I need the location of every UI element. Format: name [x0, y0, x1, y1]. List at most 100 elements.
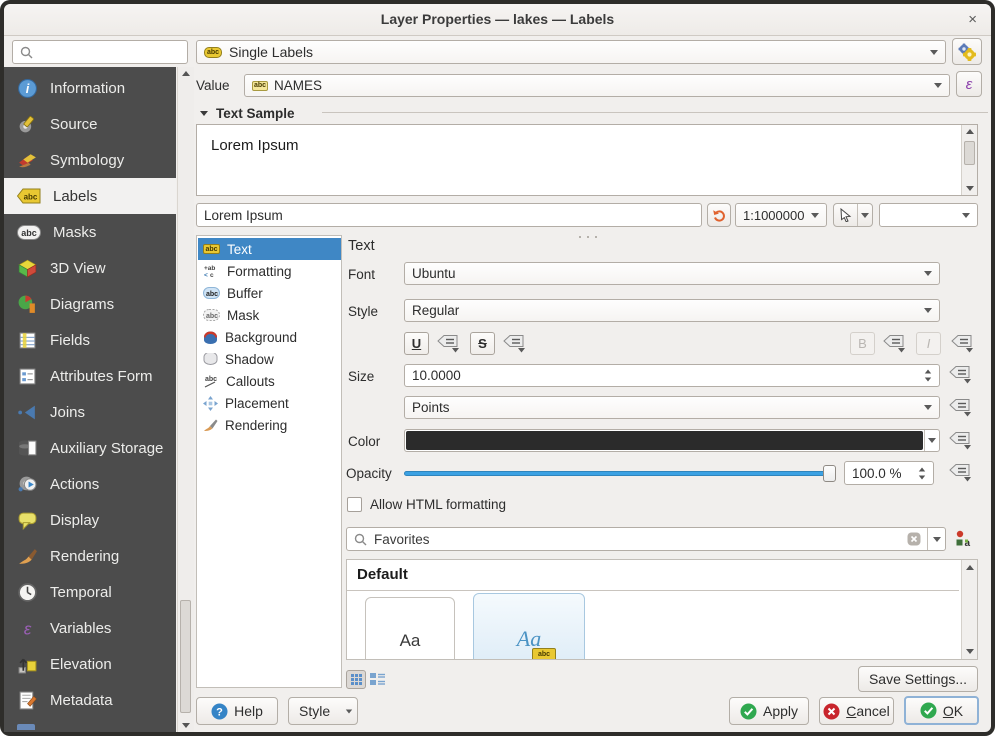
sample-text-input[interactable]: Lorem Ipsum	[196, 203, 702, 227]
sidebar-scrollbar[interactable]	[177, 67, 194, 732]
tab-buffer[interactable]: abc Buffer	[198, 282, 341, 304]
sidebar-item-elevation[interactable]: Elevation	[4, 646, 176, 682]
sidebar-item-diagrams[interactable]: Diagrams	[4, 286, 176, 322]
map-scale-picker-button[interactable]	[833, 203, 873, 227]
preview-scrollbar[interactable]	[961, 125, 977, 195]
style-filter-input[interactable]: Favorites	[346, 527, 946, 551]
scroll-down-icon[interactable]	[966, 649, 974, 654]
svg-text:abc: abc	[205, 376, 217, 383]
dd-override-size[interactable]	[948, 365, 972, 384]
opacity-spinbox[interactable]: 100.0 %	[844, 461, 934, 485]
scrollbar-thumb[interactable]	[964, 141, 975, 165]
dd-override-unit[interactable]	[948, 398, 972, 417]
allow-html-checkbox[interactable]	[347, 497, 362, 512]
scrollbar-thumb[interactable]	[180, 600, 191, 713]
dd-override-strikethrough[interactable]	[502, 334, 526, 353]
sidebar-item-labels[interactable]: abc Labels	[4, 178, 176, 214]
save-settings-button[interactable]: Save Settings...	[858, 666, 978, 692]
style-manager-icon: a	[954, 529, 974, 549]
sidebar-item-symbology[interactable]: Symbology	[4, 142, 176, 178]
mask-icon: abc	[203, 309, 220, 321]
spin-arrows[interactable]	[924, 369, 932, 382]
grid-icon	[351, 674, 362, 685]
sidebar-item-joins[interactable]: Joins	[4, 394, 176, 430]
expression-builder-button[interactable]: ε	[956, 71, 982, 97]
value-field-select[interactable]: abc NAMES	[244, 74, 950, 97]
picker-dropdown[interactable]	[857, 204, 872, 226]
font-style-select[interactable]: Regular	[404, 299, 940, 322]
list-view-toggle[interactable]	[370, 672, 385, 687]
background-icon	[203, 331, 218, 344]
style-label: Style	[348, 304, 378, 319]
slider-handle[interactable]	[823, 465, 836, 482]
italic-button[interactable]: I	[916, 332, 941, 355]
apply-button[interactable]: Apply	[729, 697, 809, 725]
size-spinbox[interactable]: 10.0000	[404, 364, 940, 387]
sidebar-item-fields[interactable]: Fields	[4, 322, 176, 358]
clear-icon[interactable]	[907, 532, 921, 546]
dd-override-underline[interactable]	[436, 334, 460, 353]
sidebar-item-rendering[interactable]: Rendering	[4, 538, 176, 574]
sidebar-item-variables[interactable]: ε Variables	[4, 610, 176, 646]
underline-button[interactable]: U	[404, 332, 429, 355]
sidebar-item-temporal[interactable]: Temporal	[4, 574, 176, 610]
tab-shadow[interactable]: Shadow	[198, 348, 341, 370]
search-input[interactable]	[12, 40, 188, 64]
dd-override-opacity[interactable]	[948, 463, 972, 482]
style-thumb-default[interactable]: Aa	[365, 597, 455, 660]
help-button[interactable]: ? Help	[196, 697, 278, 725]
preview-background-select[interactable]	[879, 203, 978, 227]
scroll-up-icon[interactable]	[966, 565, 974, 570]
sidebar-item-actions[interactable]: Actions	[4, 466, 176, 502]
close-icon[interactable]: ×	[968, 4, 977, 35]
sidebar-item-display[interactable]: Display	[4, 502, 176, 538]
filter-dropdown[interactable]	[927, 528, 945, 550]
font-select[interactable]: Ubuntu	[404, 262, 940, 285]
color-dropdown[interactable]	[924, 430, 939, 451]
masks-icon: abc	[17, 225, 41, 240]
sidebar-item-auxiliary-storage[interactable]: Auxiliary Storage	[4, 430, 176, 466]
gallery-scrollbar[interactable]	[961, 560, 977, 659]
cancel-button[interactable]: Cancel	[819, 697, 894, 725]
tab-text[interactable]: abc Text	[198, 238, 341, 260]
style-menu-dropdown[interactable]	[341, 698, 357, 724]
color-button[interactable]	[404, 429, 940, 452]
scroll-up-icon[interactable]	[182, 71, 190, 76]
tab-background[interactable]: Background	[198, 326, 341, 348]
tab-placement[interactable]: Placement	[198, 392, 341, 414]
automated-placement-button[interactable]	[952, 38, 982, 65]
splitter-handle[interactable]	[576, 228, 600, 246]
scroll-down-icon[interactable]	[966, 186, 974, 191]
spin-arrows[interactable]	[918, 467, 926, 480]
sidebar-item-3d-view[interactable]: 3D View	[4, 250, 176, 286]
tab-mask[interactable]: abc Mask	[198, 304, 341, 326]
icon-view-toggle[interactable]	[346, 670, 366, 689]
dd-override-italic[interactable]	[950, 334, 974, 353]
label-mode-select[interactable]: abc Single Labels	[196, 40, 946, 64]
scroll-down-icon[interactable]	[182, 723, 190, 728]
dd-override-bold[interactable]	[882, 334, 906, 353]
tab-formatting[interactable]: +ab<c Formatting	[198, 260, 341, 282]
style-manager-button[interactable]: a	[954, 529, 974, 549]
tab-rendering[interactable]: Rendering	[198, 414, 341, 436]
style-menu-button[interactable]: Style	[288, 697, 358, 725]
tab-callouts[interactable]: abc Callouts	[198, 370, 341, 392]
sidebar-item-metadata[interactable]: Metadata	[4, 682, 176, 718]
sidebar-item-information[interactable]: i Information	[4, 70, 176, 106]
strikethrough-button[interactable]: S	[470, 332, 495, 355]
sidebar-item-attributes-form[interactable]: Attributes Form	[4, 358, 176, 394]
sidebar-item-partial[interactable]	[4, 718, 176, 732]
dd-override-color[interactable]	[948, 431, 972, 450]
style-thumb-hovered[interactable]: Aa abc	[473, 593, 585, 660]
preview-scale-select[interactable]: 1:1000000	[735, 203, 827, 227]
bold-button[interactable]: B	[850, 332, 875, 355]
size-unit-select[interactable]: Points	[404, 396, 940, 419]
sidebar-item-masks[interactable]: abc Masks	[4, 214, 176, 250]
color-label: Color	[348, 434, 380, 449]
opacity-slider[interactable]	[404, 462, 836, 484]
ok-button[interactable]: OK	[904, 696, 979, 725]
reset-sample-button[interactable]	[707, 203, 731, 227]
sidebar-item-source[interactable]: Source	[4, 106, 176, 142]
text-sample-header[interactable]: Text Sample	[200, 106, 295, 121]
scroll-up-icon[interactable]	[966, 129, 974, 134]
